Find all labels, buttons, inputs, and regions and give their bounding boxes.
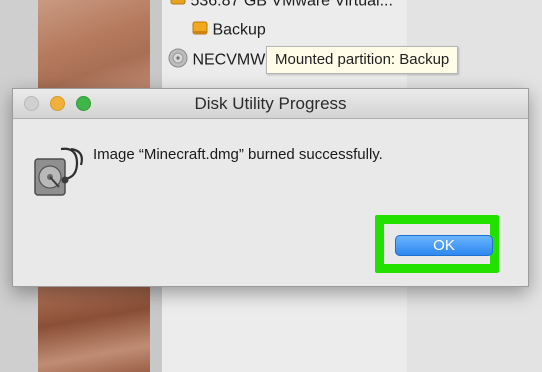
sidebar-item-label: 536.87 GB VMware Virtual... bbox=[190, 0, 393, 10]
disk-utility-icon bbox=[31, 145, 87, 202]
dialog-title: Disk Utility Progress bbox=[194, 94, 347, 113]
sidebar-item-backup[interactable]: Backup bbox=[192, 20, 266, 41]
hard-drive-icon bbox=[192, 20, 208, 41]
sidebar-item-label: NECVMW bbox=[192, 51, 266, 69]
sidebar-item-label: Backup bbox=[212, 21, 266, 39]
sidebar-item-volume[interactable]: 536.87 GB VMware Virtual... bbox=[170, 0, 393, 11]
desktop-wallpaper bbox=[38, 0, 150, 90]
status-message: Image “Minecraft.dmg” burned successfull… bbox=[93, 146, 383, 163]
desktop-wallpaper bbox=[38, 285, 150, 372]
progress-dialog: Disk Utility Progress Image “Minecraft.d… bbox=[12, 88, 529, 287]
sidebar-item-nec[interactable]: NECVMW bbox=[168, 48, 265, 73]
ok-highlight-box: OK bbox=[375, 215, 499, 273]
hard-drive-icon bbox=[170, 0, 186, 11]
ok-button[interactable]: OK bbox=[395, 235, 493, 256]
title-bar: Disk Utility Progress bbox=[13, 89, 528, 119]
tooltip: Mounted partition: Backup bbox=[266, 46, 459, 74]
disc-icon bbox=[168, 48, 188, 73]
ok-button-area: OK bbox=[384, 224, 493, 264]
